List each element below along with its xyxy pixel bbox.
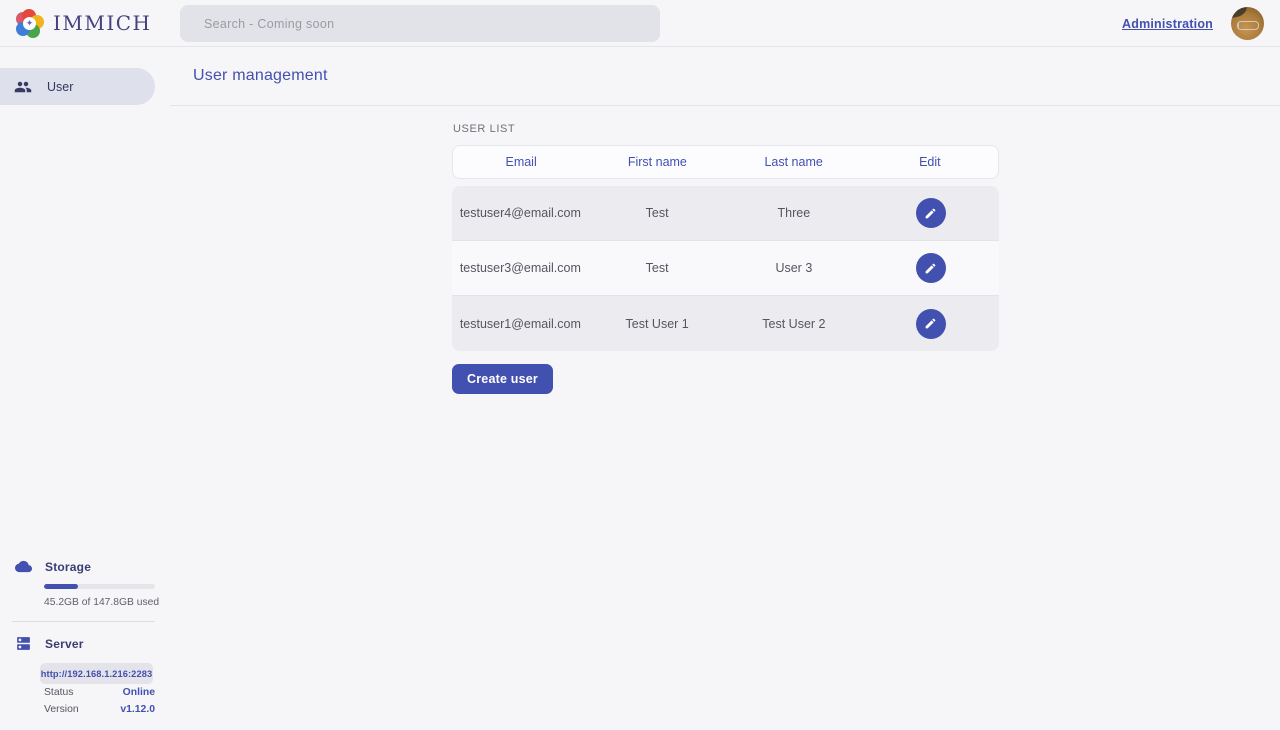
sidebar-item-label: User bbox=[47, 80, 73, 94]
column-header-last-name: Last name bbox=[726, 155, 862, 169]
cell-email: testuser4@email.com bbox=[452, 206, 589, 220]
storage-usage-text: 45.2GB of 147.8GB used bbox=[44, 597, 170, 608]
storage-progress-bar bbox=[44, 584, 155, 589]
page-title: User management bbox=[193, 67, 328, 85]
server-url-badge: http://192.168.1.216:2283 bbox=[40, 663, 153, 684]
server-version-row: Version v1.12.0 bbox=[44, 701, 155, 718]
table-body: testuser4@email.com Test Three testuser3… bbox=[452, 186, 999, 351]
sidebar: User Storage 45.2GB of 147.8GB used Serv… bbox=[0, 47, 170, 730]
brand-name: IMMICH bbox=[53, 11, 152, 35]
cell-last-name: Three bbox=[726, 206, 863, 220]
column-header-first-name: First name bbox=[589, 155, 725, 169]
sidebar-divider bbox=[12, 621, 155, 622]
topbar-right: Administration bbox=[1122, 0, 1264, 47]
search-input[interactable] bbox=[180, 5, 660, 42]
pencil-icon bbox=[924, 262, 937, 275]
create-user-button[interactable]: Create user bbox=[452, 364, 553, 394]
main-panel: User management USER LIST Email First na… bbox=[170, 47, 1280, 730]
storage-title: Storage bbox=[45, 560, 91, 574]
column-header-edit: Edit bbox=[862, 155, 998, 169]
top-bar: ✦ IMMICH Administration bbox=[0, 0, 1280, 47]
edit-user-button[interactable] bbox=[916, 198, 946, 228]
sidebar-footer: Storage 45.2GB of 147.8GB used Server ht… bbox=[0, 558, 170, 718]
user-avatar[interactable] bbox=[1231, 7, 1264, 40]
version-value: v1.12.0 bbox=[120, 704, 155, 715]
storage-section: Storage bbox=[0, 558, 170, 575]
cloud-icon bbox=[15, 558, 32, 575]
cell-first-name: Test bbox=[589, 206, 726, 220]
cell-email: testuser3@email.com bbox=[452, 261, 589, 275]
pencil-icon bbox=[924, 317, 937, 330]
main-content: USER LIST Email First name Last name Edi… bbox=[170, 106, 1280, 394]
users-group-icon bbox=[14, 78, 32, 96]
cell-last-name: Test User 2 bbox=[726, 317, 863, 331]
edit-user-button[interactable] bbox=[916, 309, 946, 339]
status-label: Status bbox=[44, 687, 73, 698]
cell-first-name: Test User 1 bbox=[589, 317, 726, 331]
server-url: http://192.168.1.216:2283 bbox=[41, 669, 153, 679]
storage-progress-fill bbox=[44, 584, 78, 589]
edit-user-button[interactable] bbox=[916, 253, 946, 283]
search-bar bbox=[180, 5, 660, 42]
user-table: Email First name Last name Edit testuser… bbox=[452, 145, 999, 351]
cell-email: testuser1@email.com bbox=[452, 317, 589, 331]
table-header-row: Email First name Last name Edit bbox=[452, 145, 999, 179]
user-list-heading: USER LIST bbox=[453, 123, 1280, 135]
status-value: Online bbox=[123, 687, 155, 698]
server-section: Server bbox=[0, 635, 170, 652]
table-row: testuser3@email.com Test User 3 bbox=[452, 241, 999, 296]
server-icon bbox=[15, 635, 32, 652]
cell-last-name: User 3 bbox=[726, 261, 863, 275]
version-label: Version bbox=[44, 704, 79, 715]
main-header: User management bbox=[170, 47, 1280, 106]
sidebar-item-user[interactable]: User bbox=[0, 68, 155, 105]
administration-link[interactable]: Administration bbox=[1122, 17, 1213, 31]
column-header-email: Email bbox=[453, 155, 589, 169]
immich-logo[interactable]: ✦ IMMICH bbox=[0, 9, 165, 38]
table-row: testuser4@email.com Test Three bbox=[452, 186, 999, 241]
cell-first-name: Test bbox=[589, 261, 726, 275]
server-status-row: Status Online bbox=[44, 684, 155, 701]
server-title: Server bbox=[45, 637, 84, 651]
table-row: testuser1@email.com Test User 1 Test Use… bbox=[452, 296, 999, 351]
pencil-icon bbox=[924, 207, 937, 220]
immich-flower-icon: ✦ bbox=[15, 9, 44, 38]
